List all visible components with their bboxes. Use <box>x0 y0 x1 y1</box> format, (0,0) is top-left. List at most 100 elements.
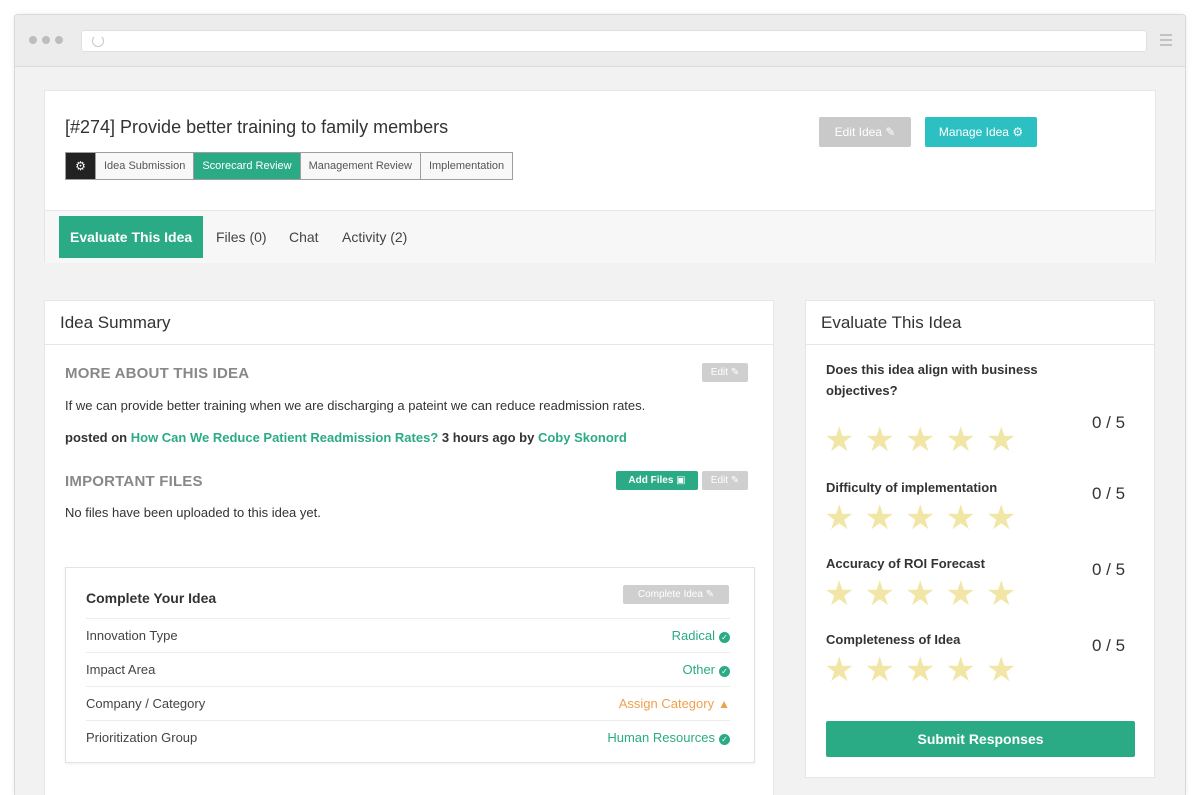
edit-idea-label: Edit Idea <box>834 125 882 139</box>
star-icon[interactable]: ★ <box>824 577 854 611</box>
score-value: 0 / 5 <box>1092 636 1126 655</box>
page-content: [#274] Provide better training to family… <box>15 68 1185 795</box>
star-icon[interactable]: ★ <box>986 653 1016 687</box>
attribute-row: Prioritization Group Human Resources ✓ <box>86 720 730 754</box>
browser-window: [#274] Provide better training to family… <box>14 14 1186 795</box>
attribute-value[interactable]: Assign Category ▲ <box>619 696 730 711</box>
stage-management-review[interactable]: Management Review <box>300 153 421 179</box>
star-icon[interactable]: ★ <box>905 653 935 687</box>
score-value: 0 / 5 <box>1092 560 1126 579</box>
star-icon[interactable]: ★ <box>945 577 975 611</box>
window-controls <box>29 36 63 44</box>
star-icon[interactable]: ★ <box>986 423 1016 457</box>
question-label: Does this idea align with business objec… <box>826 362 1038 398</box>
star-icon[interactable]: ★ <box>905 577 935 611</box>
tab-chat[interactable]: Chat <box>289 216 319 258</box>
author-link[interactable]: Coby Skonord <box>538 430 627 445</box>
menu-icon[interactable] <box>1160 34 1172 49</box>
attribute-label: Impact Area <box>86 662 156 677</box>
edit-icon: ✎ <box>730 367 740 378</box>
score-value: 0 / 5 <box>1092 484 1126 503</box>
star-icon[interactable]: ★ <box>945 501 975 535</box>
posted-line: posted on How Can We Reduce Patient Read… <box>65 430 627 445</box>
address-bar[interactable] <box>81 30 1147 52</box>
star-rating: ★ ★ ★ ★ ★ <box>824 577 1016 611</box>
warning-icon: ▲ <box>718 697 730 711</box>
tab-evaluate[interactable]: Evaluate This Idea <box>59 216 204 258</box>
stage-progress: ⚙ Idea Submission Scorecard Review Manag… <box>65 152 514 180</box>
add-files-label: Add Files <box>628 475 674 486</box>
star-icon[interactable]: ★ <box>824 501 854 535</box>
important-files-heading: IMPORTANT FILES <box>65 473 203 490</box>
check-icon: ✓ <box>719 632 730 643</box>
star-rating: ★ ★ ★ ★ ★ <box>824 423 1016 457</box>
window-dot[interactable] <box>29 36 37 44</box>
star-icon[interactable]: ★ <box>905 423 935 457</box>
complete-title: Complete Your Idea <box>86 590 217 606</box>
evaluate-panel: Evaluate This Idea Does this idea align … <box>805 300 1155 778</box>
star-icon[interactable]: ★ <box>986 501 1016 535</box>
star-icon[interactable]: ★ <box>986 577 1016 611</box>
idea-tabs: Evaluate This Idea Files (0) Chat Activi… <box>45 210 1155 263</box>
image-icon: ▣ <box>676 475 686 486</box>
star-icon[interactable]: ★ <box>864 501 894 535</box>
check-icon: ✓ <box>719 734 730 745</box>
complete-idea-button[interactable]: Complete Idea ✎ <box>623 585 729 604</box>
browser-chrome <box>15 15 1185 67</box>
idea-description: If we can provide better training when w… <box>65 398 646 413</box>
challenge-link[interactable]: How Can We Reduce Patient Readmission Ra… <box>131 430 439 445</box>
add-files-button[interactable]: Add Files ▣ <box>616 471 698 490</box>
complete-your-idea-box: Complete Your Idea Complete Idea ✎ Innov… <box>65 567 755 763</box>
score-value: 0 / 5 <box>1092 413 1126 432</box>
edit-label: Edit <box>710 367 729 378</box>
complete-idea-label: Complete Idea <box>637 589 703 600</box>
manage-idea-label: Manage Idea <box>938 125 1009 139</box>
more-about-heading: MORE ABOUT THIS IDEA <box>65 365 250 382</box>
manage-idea-button[interactable]: Manage Idea ⚙ <box>925 117 1037 147</box>
gear-icon: ⚙ <box>1012 125 1024 139</box>
panel-title: Evaluate This Idea <box>806 301 1154 345</box>
question-label: Completeness of Idea <box>826 632 961 647</box>
star-rating: ★ ★ ★ ★ ★ <box>824 653 1016 687</box>
attribute-value[interactable]: Radical ✓ <box>672 628 730 643</box>
question-label: Accuracy of ROI Forecast <box>826 556 985 571</box>
star-icon[interactable]: ★ <box>864 577 894 611</box>
star-icon[interactable]: ★ <box>905 501 935 535</box>
attribute-value[interactable]: Other ✓ <box>682 662 730 677</box>
star-icon[interactable]: ★ <box>945 423 975 457</box>
reload-icon[interactable] <box>92 35 104 47</box>
star-icon[interactable]: ★ <box>824 653 854 687</box>
edit-icon: ✎ <box>705 589 715 600</box>
edit-idea-button[interactable]: Edit Idea ✎ <box>819 117 911 147</box>
posted-prefix: posted on <box>65 430 128 445</box>
stage-scorecard-review[interactable]: Scorecard Review <box>194 153 301 179</box>
attribute-row: Innovation Type Radical ✓ <box>86 618 730 652</box>
check-icon: ✓ <box>719 666 730 677</box>
pencil-icon: ✎ <box>885 125 896 139</box>
star-icon[interactable]: ★ <box>864 423 894 457</box>
panel-title: Idea Summary <box>45 301 773 345</box>
posted-time: 3 hours ago by <box>441 430 535 445</box>
attribute-row: Impact Area Other ✓ <box>86 652 730 686</box>
edit-label: Edit <box>710 475 729 486</box>
edit-files-button[interactable]: Edit ✎ <box>702 471 748 490</box>
edit-icon: ✎ <box>730 475 740 486</box>
window-dot[interactable] <box>42 36 50 44</box>
window-dot[interactable] <box>55 36 63 44</box>
gear-icon[interactable]: ⚙ <box>66 153 96 179</box>
no-files-text: No files have been uploaded to this idea… <box>65 505 321 520</box>
attribute-label: Innovation Type <box>86 628 178 643</box>
attribute-label: Prioritization Group <box>86 730 198 745</box>
star-icon[interactable]: ★ <box>945 653 975 687</box>
attribute-label: Company / Category <box>86 696 206 711</box>
stage-implementation[interactable]: Implementation <box>420 153 513 179</box>
star-icon[interactable]: ★ <box>824 423 854 457</box>
stage-idea-submission[interactable]: Idea Submission <box>96 153 195 179</box>
attribute-value[interactable]: Human Resources ✓ <box>607 730 730 745</box>
submit-responses-button[interactable]: Submit Responses <box>826 721 1135 757</box>
star-icon[interactable]: ★ <box>864 653 894 687</box>
tab-files[interactable]: Files (0) <box>216 216 267 258</box>
tab-activity[interactable]: Activity (2) <box>342 216 407 258</box>
edit-description-button[interactable]: Edit ✎ <box>702 363 748 382</box>
question-label: Difficulty of implementation <box>826 480 998 495</box>
